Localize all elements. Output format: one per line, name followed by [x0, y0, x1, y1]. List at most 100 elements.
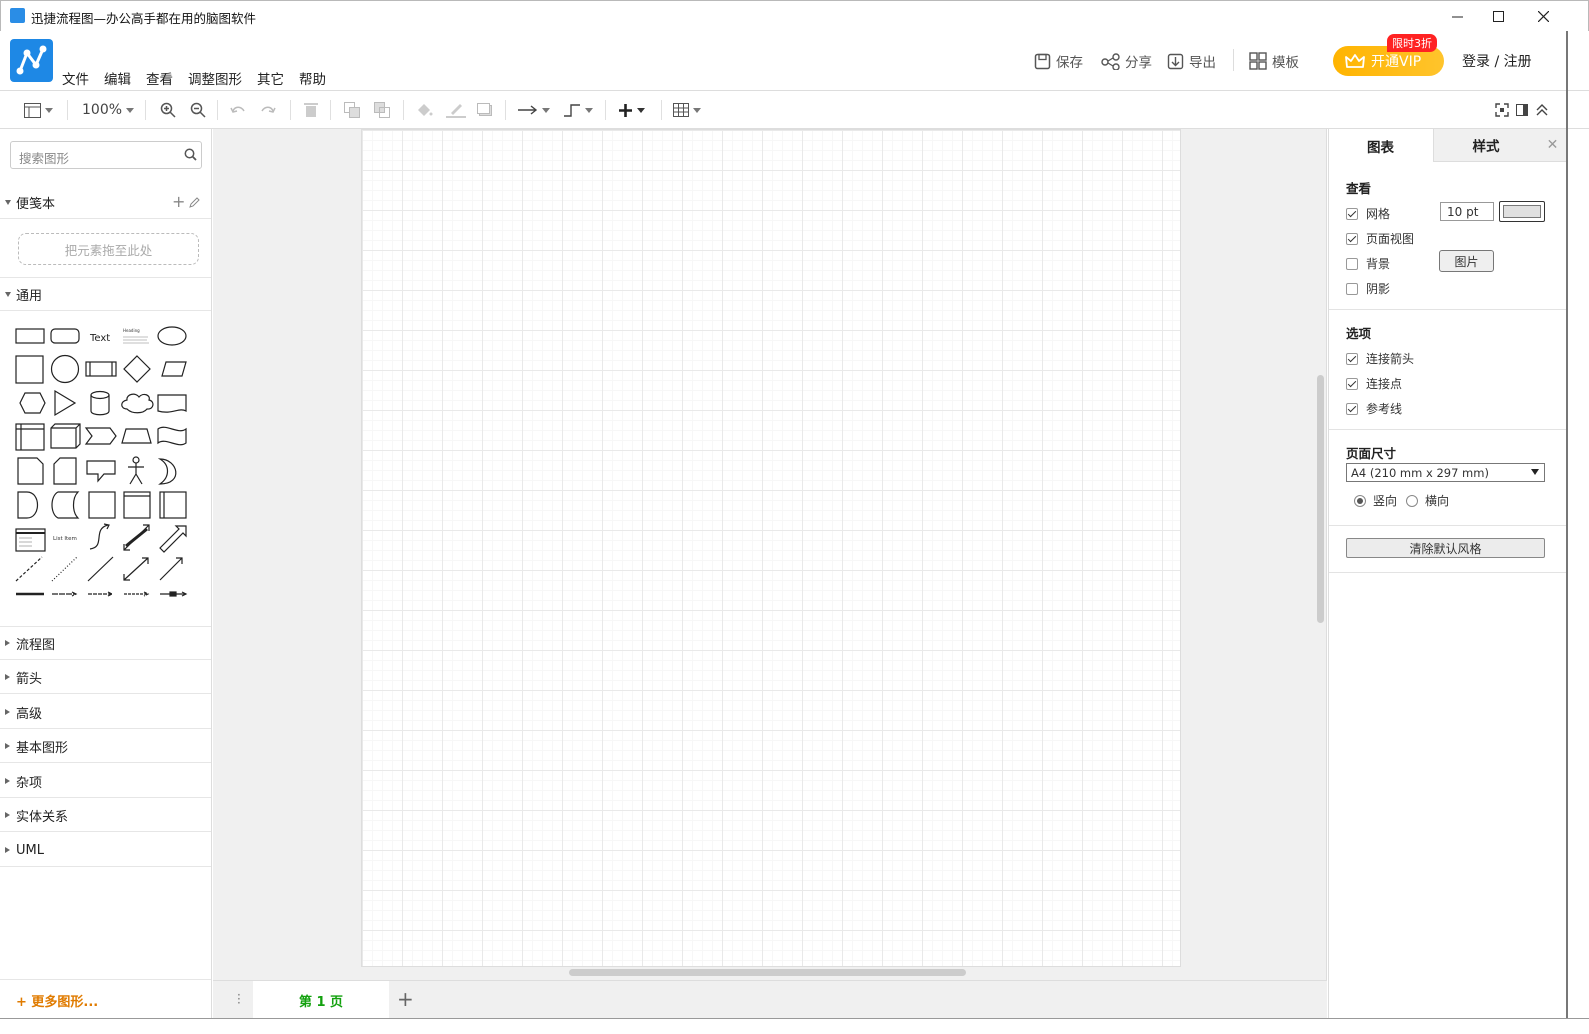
shape-callout[interactable]: [86, 460, 116, 483]
image-button[interactable]: 图片: [1439, 250, 1494, 272]
horizontal-scrollbar[interactable]: [569, 969, 966, 976]
template-button[interactable]: 模板: [1249, 51, 1299, 71]
grid-color-button[interactable]: [1499, 201, 1545, 222]
shape-cloud[interactable]: [121, 393, 154, 414]
shape-or[interactable]: [157, 458, 177, 485]
shape-text[interactable]: Text: [89, 333, 110, 344]
add-page-icon[interactable]: +: [397, 987, 414, 1011]
shape-rectangle[interactable]: [15, 328, 45, 344]
page-menu-icon[interactable]: · · ·: [237, 989, 241, 1009]
shape-tape[interactable]: [157, 426, 187, 446]
insert-dropdown[interactable]: [618, 100, 645, 120]
page-view-checkbox[interactable]: 页面视图: [1346, 230, 1414, 247]
section-flowchart[interactable]: 流程图: [0, 627, 211, 660]
portrait-radio[interactable]: 竖向: [1354, 492, 1397, 509]
canvas-area[interactable]: · · · 第 1 页 +: [213, 129, 1327, 1019]
tab-style[interactable]: 样式: [1433, 129, 1538, 162]
grid-size-input[interactable]: 10 pt: [1440, 202, 1494, 221]
shape-delay[interactable]: [17, 491, 39, 519]
menu-help[interactable]: 帮助: [299, 68, 326, 88]
shape-directional-connector[interactable]: [159, 557, 183, 581]
menu-extras[interactable]: 其它: [257, 68, 284, 88]
section-scratchpad[interactable]: 便笺本 +: [0, 186, 211, 219]
section-arrows[interactable]: 箭头: [0, 661, 211, 694]
shape-textbox[interactable]: Heading: [123, 328, 149, 344]
zoom-in-button[interactable]: [160, 100, 176, 120]
section-advanced[interactable]: 高级: [0, 696, 211, 729]
shadow-checkbox[interactable]: 阴影: [1346, 280, 1390, 297]
shape-square[interactable]: [15, 355, 44, 384]
shape-hexagon[interactable]: [19, 392, 46, 414]
menu-view[interactable]: 查看: [146, 68, 173, 88]
format-panel-toggle[interactable]: [24, 100, 53, 120]
shape-arrow[interactable]: [159, 525, 187, 553]
general-shapes-palette[interactable]: Text Heading List Item: [10, 319, 202, 609]
search-shapes-input[interactable]: 搜索图形: [10, 141, 202, 169]
connection-dropdown[interactable]: [518, 100, 550, 120]
shape-list[interactable]: [15, 528, 46, 552]
share-button[interactable]: 分享: [1101, 51, 1152, 71]
section-general[interactable]: 通用: [0, 278, 211, 311]
zoom-dropdown[interactable]: 100%: [82, 100, 135, 120]
menu-file[interactable]: 文件: [62, 68, 89, 88]
format-toggle-button[interactable]: [1516, 100, 1528, 120]
shape-container[interactable]: [123, 491, 151, 519]
fill-color-button[interactable]: [416, 100, 433, 120]
minimize-button[interactable]: [1434, 1, 1480, 32]
shape-list-item[interactable]: List Item: [53, 536, 77, 542]
shape-internal-storage[interactable]: [15, 423, 45, 451]
connection-points-checkbox[interactable]: 连接点: [1346, 375, 1402, 392]
clear-default-style-button[interactable]: 清除默认风格: [1346, 538, 1545, 558]
shape-cylinder[interactable]: [90, 390, 110, 416]
menu-edit[interactable]: 编辑: [104, 68, 131, 88]
shape-triangle[interactable]: [54, 389, 77, 417]
maximize-button[interactable]: [1475, 1, 1521, 32]
page-tab-1[interactable]: 第 1 页: [253, 981, 389, 1019]
shape-trapezoid[interactable]: [121, 428, 152, 444]
shape-line[interactable]: [87, 556, 114, 582]
shape-link-entity[interactable]: [160, 591, 188, 597]
shape-curve[interactable]: [89, 523, 110, 550]
section-basic[interactable]: 基本图形: [0, 730, 211, 763]
shape-rounded-rectangle[interactable]: [50, 328, 80, 344]
shape-step[interactable]: [84, 427, 117, 445]
to-back-button[interactable]: [374, 100, 391, 120]
shape-data-storage[interactable]: [51, 491, 80, 519]
shape-cube[interactable]: [50, 423, 81, 449]
guides-checkbox[interactable]: 参考线: [1346, 400, 1402, 417]
login-link[interactable]: 登录 / 注册: [1462, 51, 1532, 71]
shape-circle[interactable]: [50, 354, 80, 384]
shadow-button[interactable]: [477, 100, 493, 120]
menu-arrange[interactable]: 调整图形: [188, 68, 242, 88]
shape-parallelogram[interactable]: [161, 361, 187, 377]
search-icon[interactable]: [184, 148, 197, 161]
page-size-select[interactable]: A4 (210 mm x 297 mm): [1346, 463, 1545, 482]
shape-swimlane[interactable]: [159, 491, 187, 519]
landscape-radio[interactable]: 横向: [1406, 492, 1449, 509]
shape-process[interactable]: [85, 361, 117, 377]
shape-bidirectional-connector[interactable]: [123, 557, 149, 581]
section-misc[interactable]: 杂项: [0, 765, 211, 798]
export-button[interactable]: 导出: [1167, 51, 1216, 71]
save-button[interactable]: 保存: [1034, 51, 1083, 71]
tab-diagram[interactable]: 图表: [1328, 129, 1433, 162]
redo-button[interactable]: [260, 100, 276, 120]
line-color-button[interactable]: [446, 100, 466, 120]
scratchpad-dropzone[interactable]: 把元素拖至此处: [18, 233, 199, 265]
waypoints-dropdown[interactable]: [563, 100, 593, 120]
close-panel-icon[interactable]: ✕: [1538, 129, 1567, 162]
section-uml[interactable]: UML: [0, 834, 211, 867]
connection-arrows-checkbox[interactable]: 连接箭头: [1346, 350, 1414, 367]
shape-bidirectional-arrow[interactable]: [123, 524, 150, 551]
to-front-button[interactable]: [344, 100, 361, 120]
shape-actor[interactable]: [128, 456, 144, 485]
shape-dashed-line[interactable]: [15, 556, 43, 582]
fullscreen-button[interactable]: [1495, 100, 1509, 120]
shape-link-arrow-2[interactable]: [88, 591, 114, 597]
close-button[interactable]: [1520, 1, 1566, 32]
diagram-page[interactable]: [361, 129, 1181, 967]
delete-button[interactable]: [304, 100, 318, 120]
undo-button[interactable]: [230, 100, 246, 120]
shape-document[interactable]: [157, 394, 187, 413]
grid-checkbox[interactable]: 网格: [1346, 205, 1390, 222]
